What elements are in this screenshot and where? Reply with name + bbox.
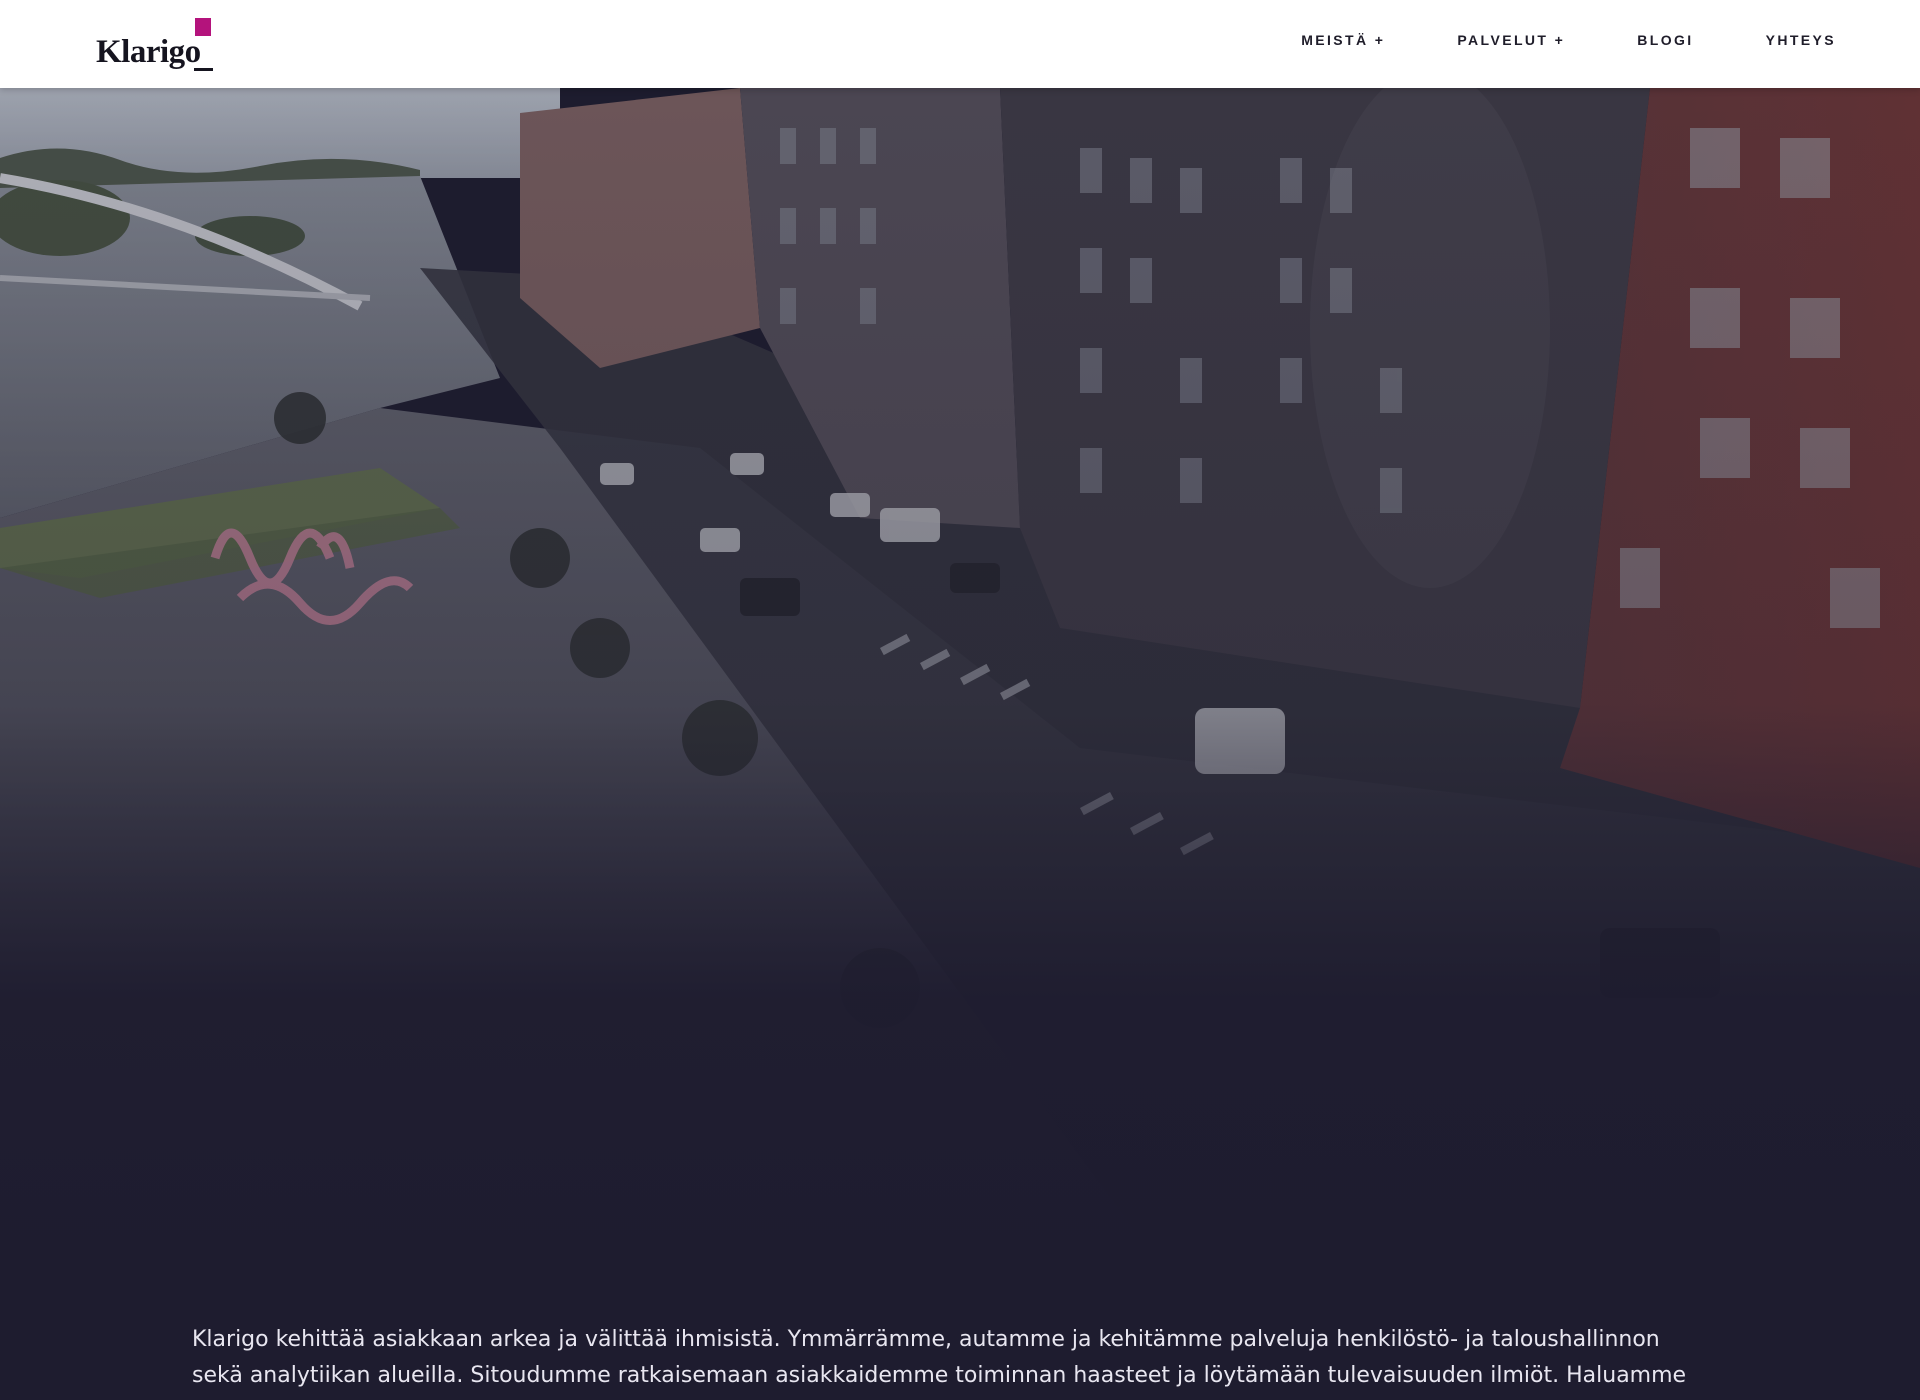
klarigo-logo[interactable]: Klarigo — [96, 16, 216, 74]
nav-item-meista[interactable]: MEISTÄ + — [1301, 28, 1385, 52]
logo-underline — [194, 68, 213, 71]
hero-image — [0, 88, 1920, 1320]
nav-item-palvelut[interactable]: PALVELUT + — [1457, 28, 1565, 52]
nav-item-yhteys[interactable]: YHTEYS — [1766, 28, 1836, 52]
site-header: Klarigo MEISTÄ + PALVELUT + BLOGI YHTEYS — [0, 0, 1920, 88]
hero-photo — [0, 88, 1920, 1320]
main-nav: MEISTÄ + PALVELUT + BLOGI YHTEYS — [1301, 28, 1836, 52]
nav-item-blogi[interactable]: BLOGI — [1637, 28, 1693, 52]
logo-wordmark: Klarigo — [96, 34, 201, 70]
intro-text: Klarigo kehittää asiakkaan arkea ja väli… — [192, 1327, 1687, 1400]
